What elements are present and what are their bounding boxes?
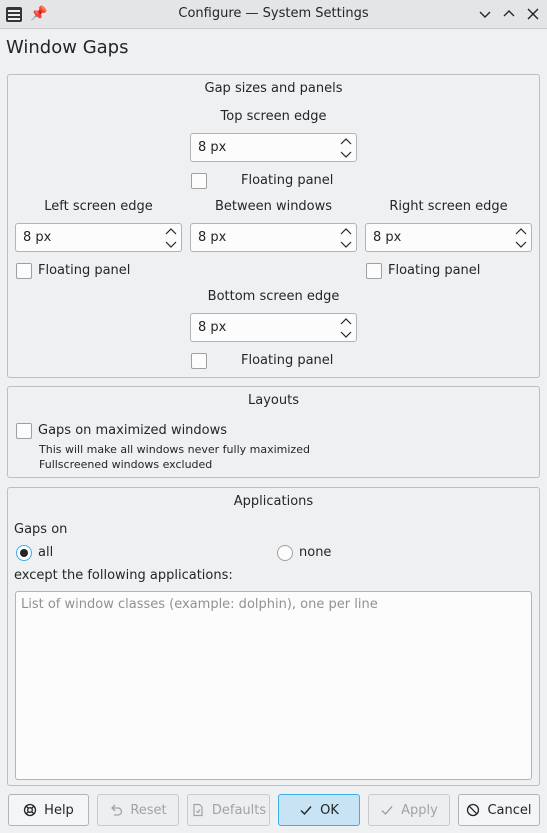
except-label: except the following applications: (14, 568, 233, 583)
spinbox-value: 8 px (198, 230, 227, 245)
top-edge-spinbox[interactable]: 8 px (190, 133, 357, 162)
chevron-up-icon (503, 10, 515, 17)
defaults-label: Defaults (211, 802, 267, 818)
window-title: Configure — System Settings (178, 6, 369, 21)
spin-arrows-icon[interactable] (340, 317, 352, 339)
spin-arrows-icon[interactable] (340, 137, 352, 159)
maximized-note: This will make all windows never fully m… (39, 443, 310, 456)
maximized-gaps-checkbox[interactable] (16, 423, 32, 439)
help-button[interactable]: Help (8, 794, 89, 826)
close-icon (527, 8, 539, 20)
defaults-button[interactable]: Defaults (187, 794, 270, 826)
radio-all[interactable] (16, 545, 32, 561)
spinbox-value: 8 px (198, 140, 227, 155)
bottom-edge-label: Bottom screen edge (207, 289, 340, 304)
spin-arrows-icon[interactable] (340, 227, 352, 249)
between-windows-label: Between windows (214, 199, 333, 214)
gaps-on-label: Gaps on (14, 522, 68, 537)
bottom-floating-label: Floating panel (241, 353, 334, 368)
help-label: Help (44, 802, 74, 818)
checkmark-icon (381, 806, 393, 816)
right-edge-spinbox[interactable]: 8 px (365, 223, 532, 252)
checkmark-icon (300, 806, 312, 816)
bottom-edge-spinbox[interactable]: 8 px (190, 313, 357, 342)
page-title: Window Gaps (6, 37, 129, 58)
apply-button[interactable]: Apply (368, 794, 450, 826)
radio-none[interactable] (277, 545, 293, 561)
radio-all-label: all (38, 545, 54, 560)
help-lifebuoy-icon (24, 803, 37, 817)
textarea-placeholder: List of window classes (example: dolphin… (21, 597, 378, 612)
left-floating-checkbox[interactable] (16, 263, 32, 279)
group-title: Layouts (248, 393, 299, 408)
chevron-down-icon (479, 11, 491, 18)
left-edge-spinbox[interactable]: 8 px (15, 223, 182, 252)
maximized-gaps-label: Gaps on maximized windows (38, 423, 228, 438)
group-title: Applications (233, 494, 314, 509)
undo-icon (111, 804, 123, 816)
right-floating-label: Floating panel (388, 263, 481, 278)
window-classes-textarea[interactable]: List of window classes (example: dolphin… (15, 591, 532, 780)
maximize-button[interactable] (499, 4, 519, 24)
gap-sizes-group: Gap sizes and panels Top screen edge 8 p… (7, 74, 540, 378)
reset-label: Reset (130, 802, 167, 818)
spinbox-value: 8 px (198, 320, 227, 335)
ok-button[interactable]: OK (278, 794, 360, 826)
fullscreen-note: Fullscreened windows excluded (39, 458, 213, 471)
apply-label: Apply (401, 802, 438, 818)
spinbox-value: 8 px (23, 230, 52, 245)
bottom-floating-checkbox[interactable] (191, 353, 207, 369)
right-floating-checkbox[interactable] (366, 263, 382, 279)
spin-arrows-icon[interactable] (515, 227, 527, 249)
top-edge-label: Top screen edge (220, 109, 327, 124)
ok-label: OK (320, 802, 339, 818)
top-floating-label: Floating panel (241, 173, 334, 188)
cancel-icon (467, 803, 480, 817)
left-floating-label: Floating panel (38, 263, 131, 278)
layouts-group: Layouts Gaps on maximized windows This w… (7, 386, 540, 478)
cancel-button[interactable]: Cancel (458, 794, 540, 826)
radio-none-label: none (299, 545, 332, 560)
group-title: Gap sizes and panels (204, 81, 343, 96)
close-button[interactable] (523, 4, 543, 24)
applications-group: Applications Gaps on all none except the… (7, 487, 540, 786)
title-bar: 📌 Configure — System Settings (0, 0, 547, 29)
minimize-button[interactable] (475, 4, 495, 24)
document-defaults-icon (193, 803, 203, 817)
top-floating-checkbox[interactable] (191, 173, 207, 189)
spinbox-value: 8 px (373, 230, 402, 245)
between-windows-spinbox[interactable]: 8 px (190, 223, 357, 252)
cancel-label: Cancel (487, 802, 532, 818)
reset-button[interactable]: Reset (97, 794, 179, 826)
right-edge-label: Right screen edge (389, 199, 508, 214)
spin-arrows-icon[interactable] (165, 227, 177, 249)
left-edge-label: Left screen edge (44, 199, 153, 214)
